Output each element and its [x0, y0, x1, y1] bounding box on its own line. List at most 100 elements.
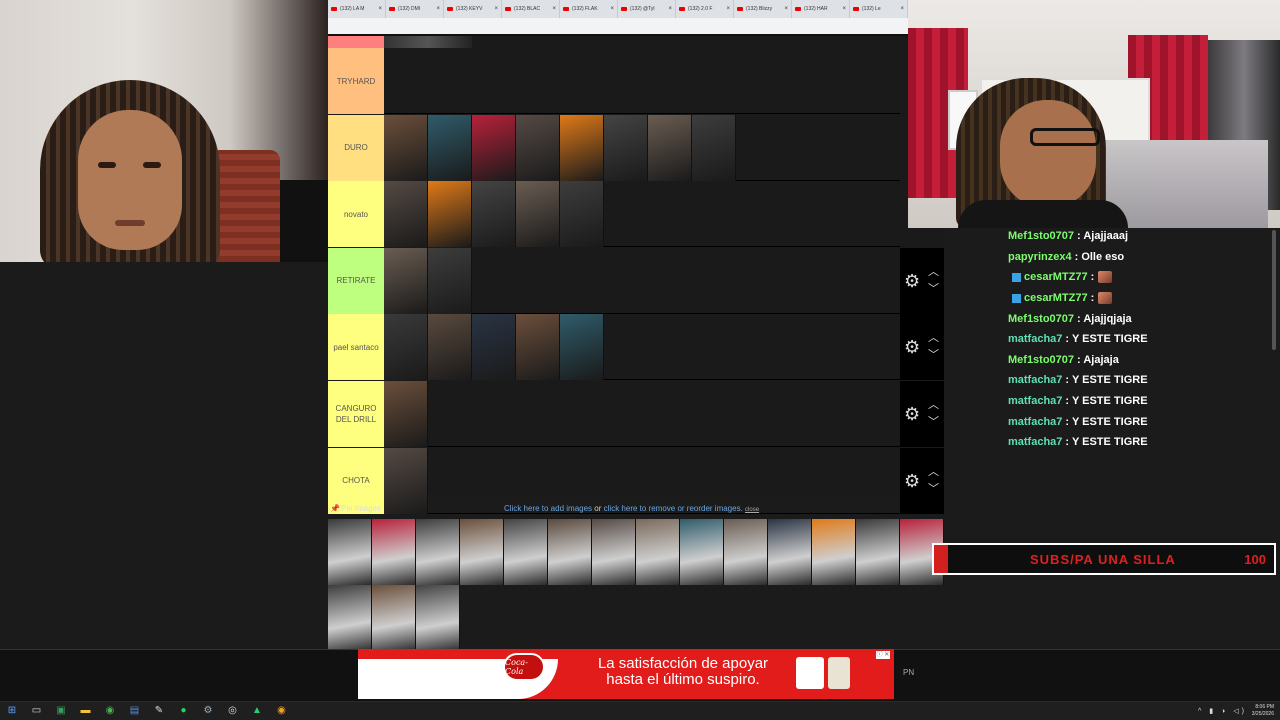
pool-image[interactable]	[328, 519, 372, 585]
pool-image[interactable]	[768, 519, 812, 585]
gear-icon[interactable]: ⚙	[904, 405, 922, 423]
chat-username[interactable]: Mef1sto0707	[1008, 313, 1074, 325]
tier-image[interactable]	[384, 314, 428, 381]
close-tab-icon[interactable]: ×	[900, 6, 904, 12]
browser-tab[interactable]: (132) BLAC ×	[502, 0, 560, 18]
browser-tab[interactable]: (132) DMI ×	[386, 0, 444, 18]
chevron-up-icon[interactable]: ︿	[928, 329, 939, 345]
chat-username[interactable]: papyrinzex4	[1008, 251, 1072, 263]
spotify-icon[interactable]: ●	[178, 705, 190, 717]
pin-icon[interactable]: 📌	[330, 504, 340, 513]
pin-images-label[interactable]: Pin Images	[341, 504, 381, 513]
tier-label[interactable]: novato	[328, 181, 384, 248]
gear-icon[interactable]: ⚙	[904, 338, 922, 356]
start-icon[interactable]: ⊞	[6, 705, 18, 717]
browser-tab[interactable]: (132) 2.0 F ×	[676, 0, 734, 18]
chat-username[interactable]: matfacha7	[1008, 374, 1062, 386]
pool-image[interactable]	[856, 519, 900, 585]
close-tab-icon[interactable]: ×	[784, 6, 788, 12]
chevron-down-icon[interactable]: ﹀	[928, 413, 939, 429]
pool-image[interactable]	[548, 519, 592, 585]
chat-username[interactable]: matfacha7	[1008, 333, 1062, 345]
search-icon[interactable]: ▭	[31, 705, 43, 717]
tier-image[interactable]	[472, 114, 516, 181]
steam-icon[interactable]: ⚙	[202, 705, 214, 717]
tier-image[interactable]	[648, 114, 692, 181]
tier-image[interactable]	[560, 181, 604, 248]
chat-username[interactable]: matfacha7	[1008, 416, 1062, 428]
tier-image[interactable]	[428, 181, 472, 248]
close-tab-icon[interactable]: ×	[842, 6, 846, 12]
tier-label[interactable]: CANGURO DEL DRILL	[328, 381, 384, 447]
pool-image[interactable]	[636, 519, 680, 585]
chevron-up-icon[interactable]: ︿	[928, 396, 939, 412]
chevron-down-icon[interactable]: ﹀	[928, 280, 939, 296]
ad-banner[interactable]: Coca-Cola La satisfacción de apoyar hast…	[358, 649, 894, 699]
pool-image[interactable]	[680, 519, 724, 585]
tier-image[interactable]	[516, 114, 560, 181]
pen-icon[interactable]: ✎	[153, 705, 165, 717]
game-icon[interactable]: ▲	[251, 705, 263, 717]
tier-label[interactable]: pael santaco	[328, 314, 384, 381]
tier-image[interactable]	[428, 114, 472, 181]
remove-images-link[interactable]: click here to remove or reorder images.	[604, 504, 743, 513]
tier-image[interactable]	[384, 381, 428, 447]
pool-image[interactable]	[372, 519, 416, 585]
tier-image[interactable]	[472, 181, 516, 248]
tier-image[interactable]	[516, 181, 560, 248]
chevron-up-icon[interactable]: ︿	[928, 463, 939, 479]
browser-tab[interactable]: (132) @Tyl ×	[618, 0, 676, 18]
tier-image[interactable]	[692, 114, 736, 181]
tier-image[interactable]	[428, 247, 472, 314]
add-images-link[interactable]: Click here to add images	[504, 504, 592, 513]
browser-tab[interactable]: (132) HAR ×	[792, 0, 850, 18]
chevron-down-icon[interactable]: ﹀	[928, 480, 939, 496]
pool-image[interactable]	[416, 585, 460, 651]
chat-username[interactable]: matfacha7	[1008, 395, 1062, 407]
pool-image[interactable]	[416, 519, 460, 585]
clock[interactable]: 8:06 PM 3/25/2026	[1246, 704, 1274, 718]
gear-icon[interactable]: ⚙	[904, 272, 922, 290]
pool-image[interactable]	[504, 519, 548, 585]
chat-scrollbar[interactable]	[1272, 230, 1276, 350]
close-tab-icon[interactable]: ×	[610, 6, 614, 12]
chevron-up-icon[interactable]: ︿	[928, 263, 939, 279]
close-tab-icon[interactable]: ×	[726, 6, 730, 12]
tier-image[interactable]	[472, 314, 516, 381]
pool-image[interactable]	[812, 519, 856, 585]
browser-tab[interactable]: (132) Le ×	[850, 0, 908, 18]
tier-image[interactable]	[428, 314, 472, 381]
chat-username[interactable]: Mef1sto0707	[1008, 354, 1074, 366]
pool-image[interactable]	[724, 519, 768, 585]
chrome-icon[interactable]: ◉	[104, 705, 116, 717]
obs-icon[interactable]: ◎	[227, 705, 239, 717]
close-tab-icon[interactable]: ×	[494, 6, 498, 12]
browser-tab[interactable]: (132) FLAK ×	[560, 0, 618, 18]
browser-tab[interactable]: (132) Blizzy ×	[734, 0, 792, 18]
pool-image[interactable]	[328, 585, 372, 651]
browser-tab[interactable]: (132) KEYV ×	[444, 0, 502, 18]
tier-image[interactable]	[384, 114, 428, 181]
tier-label[interactable]: RETIRATE	[328, 247, 384, 314]
tier-image[interactable]	[384, 247, 428, 314]
pool-image[interactable]	[592, 519, 636, 585]
tier-image[interactable]	[516, 314, 560, 381]
close-tab-icon[interactable]: ×	[552, 6, 556, 12]
terminal-icon[interactable]: ▣	[55, 705, 67, 717]
gear-icon[interactable]: ⚙	[904, 472, 922, 490]
pool-image[interactable]	[460, 519, 504, 585]
tier-label[interactable]: TRYHARD	[328, 48, 384, 114]
close-link[interactable]: close	[745, 507, 759, 513]
file-explorer-icon[interactable]: ▬	[80, 705, 92, 717]
ad-close-button[interactable]: ⓘ ✕	[876, 651, 890, 659]
chat-username[interactable]: matfacha7	[1008, 436, 1062, 448]
browser-tab[interactable]: (132) LA M ×	[328, 0, 386, 18]
tier-image[interactable]	[560, 314, 604, 381]
close-tab-icon[interactable]: ×	[436, 6, 440, 12]
chevron-down-icon[interactable]: ﹀	[928, 346, 939, 362]
close-tab-icon[interactable]: ×	[378, 6, 382, 12]
tier-image[interactable]	[604, 114, 648, 181]
tier-image[interactable]	[560, 114, 604, 181]
app-icon[interactable]: ▤	[129, 705, 141, 717]
close-tab-icon[interactable]: ×	[668, 6, 672, 12]
